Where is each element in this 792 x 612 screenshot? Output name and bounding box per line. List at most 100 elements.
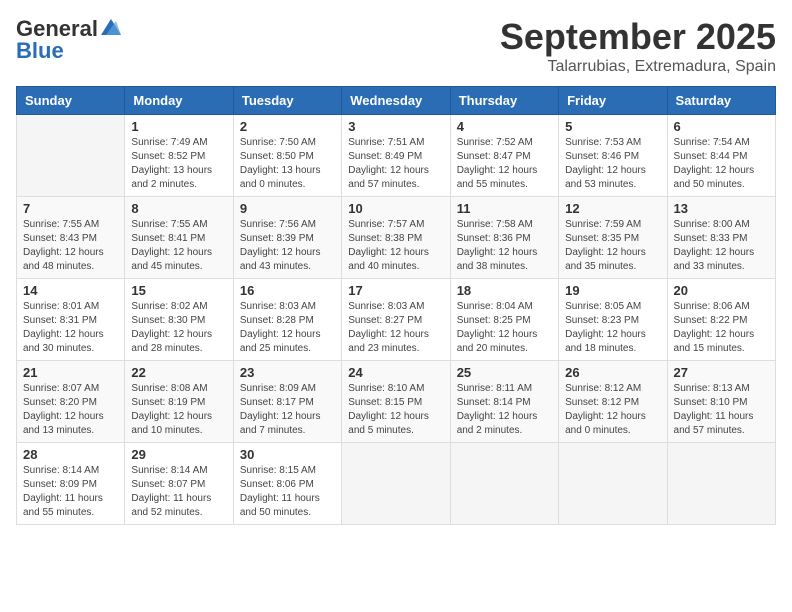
day-number: 22 [131,365,226,380]
day-number: 10 [348,201,443,216]
weekday-header: Friday [559,87,667,115]
calendar-cell [17,115,125,197]
weekday-header: Sunday [17,87,125,115]
calendar-cell: 23Sunrise: 8:09 AM Sunset: 8:17 PM Dayli… [233,361,341,443]
day-info: Sunrise: 8:07 AM Sunset: 8:20 PM Dayligh… [23,382,118,438]
day-info: Sunrise: 7:49 AM Sunset: 8:52 PM Dayligh… [131,136,226,192]
calendar-cell: 19Sunrise: 8:05 AM Sunset: 8:23 PM Dayli… [559,279,667,361]
title-block: September 2025 Talarrubias, Extremadura,… [500,16,776,76]
calendar-header-row: SundayMondayTuesdayWednesdayThursdayFrid… [17,87,776,115]
day-number: 9 [240,201,335,216]
weekday-header: Wednesday [342,87,450,115]
day-number: 18 [457,283,552,298]
calendar-cell: 8 Sunrise: 7:55 AM Sunset: 8:41 PM Daylig… [125,197,233,279]
day-info: Sunrise: 8:08 AM Sunset: 8:19 PM Dayligh… [131,382,226,438]
day-info: Sunrise: 7:50 AM Sunset: 8:50 PM Dayligh… [240,136,335,192]
day-info: Sunrise: 8:01 AM Sunset: 8:31 PM Dayligh… [23,300,118,356]
day-number: 6 [674,119,769,134]
day-number: 29 [131,447,226,462]
day-info: Sunrise: 7:51 AM Sunset: 8:49 PM Dayligh… [348,136,443,192]
calendar-cell [450,443,558,525]
calendar-cell: 9 Sunrise: 7:56 AM Sunset: 8:39 PM Daylig… [233,197,341,279]
day-number: 7 [23,201,118,216]
day-number: 26 [565,365,660,380]
day-info: Sunrise: 8:00 AM Sunset: 8:33 PM Dayligh… [674,218,769,274]
logo-icon [101,19,121,35]
day-number: 19 [565,283,660,298]
day-info: Sunrise: 7:57 AM Sunset: 8:38 PM Dayligh… [348,218,443,274]
weekday-header: Saturday [667,87,775,115]
calendar-cell: 3 Sunrise: 7:51 AM Sunset: 8:49 PM Daylig… [342,115,450,197]
calendar-cell: 20 Sunrise: 8:06 AM Sunset: 8:22 PM Dayli… [667,279,775,361]
weekday-header: Thursday [450,87,558,115]
day-info: Sunrise: 7:54 AM Sunset: 8:44 PM Dayligh… [674,136,769,192]
calendar-cell: 21 Sunrise: 8:07 AM Sunset: 8:20 PM Dayli… [17,361,125,443]
day-number: 3 [348,119,443,134]
day-info: Sunrise: 7:55 AM Sunset: 8:43 PM Dayligh… [23,218,118,274]
day-number: 30 [240,447,335,462]
day-number: 25 [457,365,552,380]
day-info: Sunrise: 8:03 AM Sunset: 8:28 PM Dayligh… [240,300,335,356]
calendar-cell: 30 Sunrise: 8:15 AM Sunset: 8:06 PM Dayli… [233,443,341,525]
calendar-cell [559,443,667,525]
location-title: Talarrubias, Extremadura, Spain [500,58,776,76]
calendar-cell [667,443,775,525]
calendar-cell: 2 Sunrise: 7:50 AM Sunset: 8:50 PM Daylig… [233,115,341,197]
calendar-cell: 17 Sunrise: 8:03 AM Sunset: 8:27 PM Dayli… [342,279,450,361]
day-info: Sunrise: 8:03 AM Sunset: 8:27 PM Dayligh… [348,300,443,356]
day-info: Sunrise: 7:59 AM Sunset: 8:35 PM Dayligh… [565,218,660,274]
day-info: Sunrise: 8:04 AM Sunset: 8:25 PM Dayligh… [457,300,552,356]
day-number: 5 [565,119,660,134]
calendar-cell: 11 Sunrise: 7:58 AM Sunset: 8:36 PM Dayli… [450,197,558,279]
calendar-cell: 22 Sunrise: 8:08 AM Sunset: 8:19 PM Dayli… [125,361,233,443]
day-number: 24 [348,365,443,380]
calendar-cell: 12 Sunrise: 7:59 AM Sunset: 8:35 PM Dayli… [559,197,667,279]
day-number: 12 [565,201,660,216]
day-number: 1 [131,119,226,134]
day-number: 14 [23,283,118,298]
day-info: Sunrise: 7:58 AM Sunset: 8:36 PM Dayligh… [457,218,552,274]
day-number: 2 [240,119,335,134]
day-number: 16 [240,283,335,298]
day-info: Sunrise: 8:14 AM Sunset: 8:07 PM Dayligh… [131,464,226,520]
day-number: 15 [131,283,226,298]
weekday-header: Monday [125,87,233,115]
day-number: 13 [674,201,769,216]
day-info: Sunrise: 8:14 AM Sunset: 8:09 PM Dayligh… [23,464,118,520]
calendar-cell: 7 Sunrise: 7:55 AM Sunset: 8:43 PM Daylig… [17,197,125,279]
day-info: Sunrise: 8:02 AM Sunset: 8:30 PM Dayligh… [131,300,226,356]
calendar-cell: 15 Sunrise: 8:02 AM Sunset: 8:30 PM Dayli… [125,279,233,361]
day-info: Sunrise: 8:13 AM Sunset: 8:10 PM Dayligh… [674,382,769,438]
day-info: Sunrise: 8:15 AM Sunset: 8:06 PM Dayligh… [240,464,335,520]
day-number: 17 [348,283,443,298]
calendar-week-row: 21 Sunrise: 8:07 AM Sunset: 8:20 PM Dayli… [17,361,776,443]
calendar-cell: 10 Sunrise: 7:57 AM Sunset: 8:38 PM Dayli… [342,197,450,279]
day-number: 27 [674,365,769,380]
calendar-week-row: 7 Sunrise: 7:55 AM Sunset: 8:43 PM Daylig… [17,197,776,279]
weekday-header: Tuesday [233,87,341,115]
calendar-cell: 16 Sunrise: 8:03 AM Sunset: 8:28 PM Dayli… [233,279,341,361]
calendar-cell: 26 Sunrise: 8:12 AM Sunset: 8:12 PM Dayli… [559,361,667,443]
day-number: 21 [23,365,118,380]
calendar-week-row: 14 Sunrise: 8:01 AM Sunset: 8:31 PM Dayli… [17,279,776,361]
day-number: 11 [457,201,552,216]
day-number: 4 [457,119,552,134]
calendar-cell: 24 Sunrise: 8:10 AM Sunset: 8:15 PM Dayli… [342,361,450,443]
calendar-cell: 6 Sunrise: 7:54 AM Sunset: 8:44 PM Daylig… [667,115,775,197]
day-info: Sunrise: 7:52 AM Sunset: 8:47 PM Dayligh… [457,136,552,192]
day-info: Sunrise: 8:12 AM Sunset: 8:12 PM Dayligh… [565,382,660,438]
day-number: 8 [131,201,226,216]
calendar-cell: 29 Sunrise: 8:14 AM Sunset: 8:07 PM Dayli… [125,443,233,525]
day-number: 28 [23,447,118,462]
day-info: Sunrise: 7:55 AM Sunset: 8:41 PM Dayligh… [131,218,226,274]
day-number: 20 [674,283,769,298]
calendar-cell: 28 Sunrise: 8:14 AM Sunset: 8:09 PM Dayli… [17,443,125,525]
day-info: Sunrise: 8:10 AM Sunset: 8:15 PM Dayligh… [348,382,443,438]
day-info: Sunrise: 8:09 AM Sunset: 8:17 PM Dayligh… [240,382,335,438]
calendar-cell: 1 Sunrise: 7:49 AM Sunset: 8:52 PM Daylig… [125,115,233,197]
calendar-week-row: 28 Sunrise: 8:14 AM Sunset: 8:09 PM Dayli… [17,443,776,525]
calendar-table: SundayMondayTuesdayWednesdayThursdayFrid… [16,86,776,525]
day-info: Sunrise: 7:56 AM Sunset: 8:39 PM Dayligh… [240,218,335,274]
day-info: Sunrise: 7:53 AM Sunset: 8:46 PM Dayligh… [565,136,660,192]
day-info: Sunrise: 8:06 AM Sunset: 8:22 PM Dayligh… [674,300,769,356]
